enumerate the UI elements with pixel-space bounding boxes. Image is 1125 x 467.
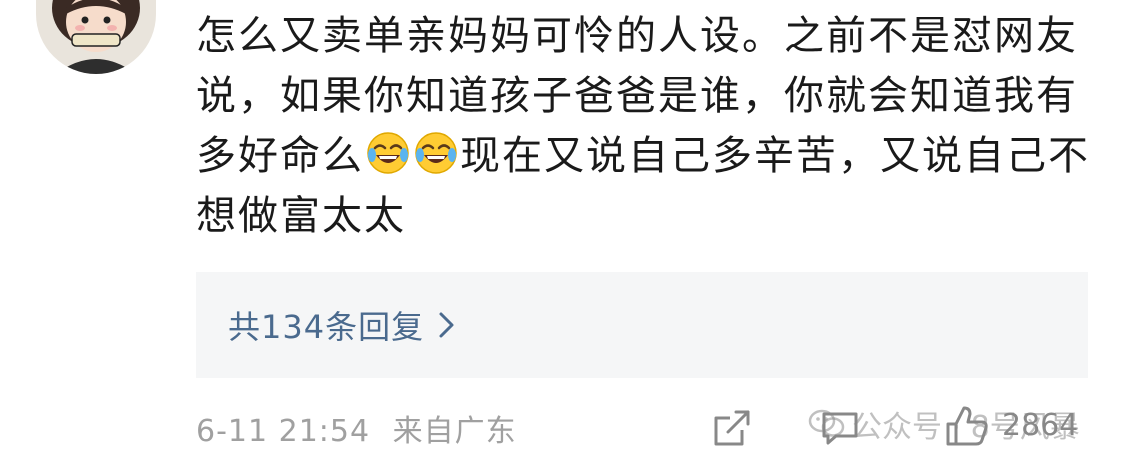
comment-button[interactable]: [820, 410, 860, 446]
like-count: 2864: [1002, 408, 1079, 443]
comment-text: 怎么又卖单亲妈妈可怜的人设。之前不是怼网友说，如果你知道孩子爸爸是谁，你就会知道…: [196, 6, 1096, 246]
like-button[interactable]: [944, 404, 990, 448]
share-button[interactable]: [712, 408, 752, 448]
share-icon: [714, 410, 750, 446]
chevron-right-icon: [436, 310, 458, 340]
laugh-cry-emoji: [414, 131, 458, 175]
thumbs-up-icon: [946, 406, 988, 446]
comment-meta: 6-11 21:54 来自广东: [196, 406, 517, 450]
avatar[interactable]: [36, 0, 156, 74]
location-source: 来自广东: [392, 414, 517, 449]
avatar-image: [36, 0, 156, 74]
timestamp: 6-11 21:54: [196, 414, 371, 449]
comment-icon: [822, 412, 858, 445]
view-replies-button[interactable]: 共134条回复: [196, 272, 1088, 378]
laugh-cry-emoji: [366, 131, 410, 175]
replies-count-label: 共134条回复: [228, 308, 425, 346]
